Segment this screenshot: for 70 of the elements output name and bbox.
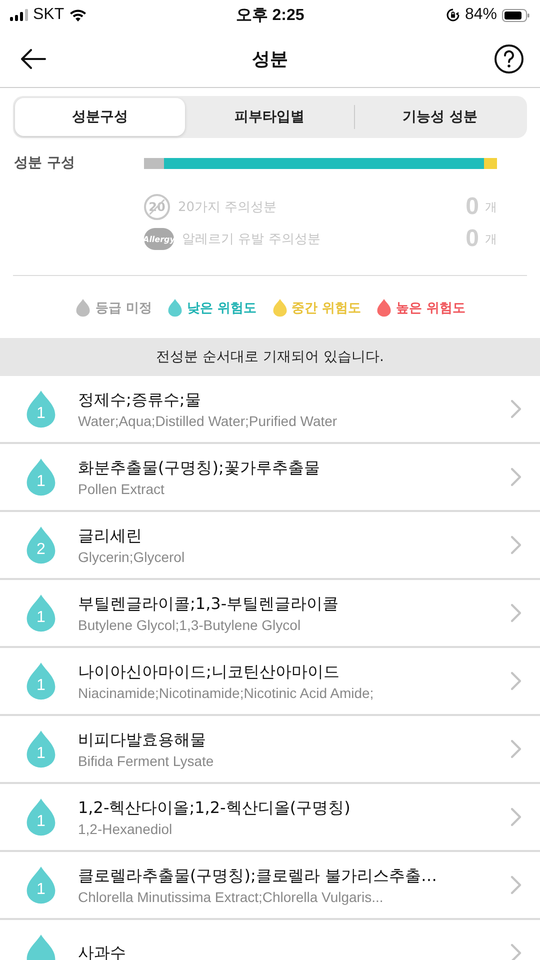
- ingredient-english-name: Niacinamide;Nicotinamide;Nicotinic Acid Amide;: [78, 684, 375, 700]
- section-label: 성분 구성: [14, 154, 76, 173]
- carrier-name: SKT: [33, 6, 64, 24]
- ingredient-english-name: Chlorella Minutissima Extract;Chlorella Vulgaris...: [78, 888, 384, 904]
- grade-number: 1: [36, 608, 46, 626]
- grade-number: 1: [36, 812, 46, 830]
- ingredient-row[interactable]: 2 글리세린 Glycerin;Glycerol: [0, 512, 540, 580]
- legend-label: 중간 위험도: [292, 300, 362, 317]
- ingredient-row[interactable]: 1 1,2-헥산다이올;1,2-헥산디올(구명칭) 1,2-Hexanediol: [0, 784, 540, 852]
- drop-icon: [74, 298, 92, 318]
- ingredient-name: 정제수;증류수;물: [78, 390, 202, 410]
- ingredient-name: 클로렐라추출물(구명칭);클로렐라 불가리스추출…: [78, 866, 438, 886]
- back-button[interactable]: [20, 48, 46, 68]
- grade-number: 1: [36, 744, 46, 762]
- ingredient-row[interactable]: 1 정제수;증류수;물 Water;Aqua;Distilled Water;Purified Water: [0, 376, 540, 444]
- battery-percent: 84%: [464, 6, 497, 24]
- ingredient-row[interactable]: 1 비피다발효용해물 Bifida Ferment Lysate: [0, 716, 540, 784]
- ingredient-name: 글리세린: [78, 526, 143, 546]
- grade-number: 2: [36, 540, 46, 558]
- ingredient-english-name: Bifida Ferment Lysate: [78, 752, 215, 768]
- help-button[interactable]: [494, 44, 524, 74]
- ingredient-name: 화분추출물(구명칭);꽃가루추출물: [78, 458, 321, 478]
- drop-icon: [270, 298, 288, 318]
- ingredient-row[interactable]: 1 부틸렌글라이콜;1,3-부틸렌글라이콜 Butylene Glycol;1,3-Butylene Glycol: [0, 580, 540, 648]
- wifi-icon: [69, 8, 88, 22]
- chevron-right-icon: [510, 535, 522, 555]
- drop-icon: [375, 298, 394, 318]
- ingredient-english-name: 1,2-Hexanediol: [78, 820, 174, 836]
- legend-label: 낮은 위험도: [186, 300, 256, 317]
- ingredient-row[interactable]: 1 화분추출물(구명칭);꽃가루추출물 Pollen Extract: [0, 444, 540, 512]
- page-title: 성분: [252, 48, 288, 70]
- battery-icon: [502, 8, 530, 22]
- chevron-right-icon: [510, 399, 522, 419]
- chevron-right-icon: [510, 875, 522, 895]
- ingredient-row[interactable]: 사과수: [0, 920, 540, 960]
- rotation-lock-icon: [446, 8, 460, 22]
- signal-icon: [10, 9, 28, 21]
- ingredient-name: 나이아신아마이드;니코틴산아마이드: [78, 662, 340, 682]
- count-unit: 개: [485, 230, 497, 248]
- chevron-right-icon: [510, 807, 522, 827]
- ingredient-row[interactable]: 1 클로렐라추출물(구명칭);클로렐라 불가리스추출… Chlorella Minutissima Extract;Chlorella Vulgaris...: [0, 852, 540, 920]
- caution-label: 20가지 주의성분: [178, 199, 278, 216]
- ingredient-english-name: Butylene Glycol;1,3-Butylene Glycol: [78, 616, 302, 632]
- tab[interactable]: 성분구성: [15, 98, 185, 136]
- tab[interactable]: 피부타입별: [184, 98, 354, 136]
- tab[interactable]: 기능성 성분: [355, 98, 526, 136]
- ingredient-name: 비피다발효용해물: [78, 730, 207, 750]
- grade-number: 1: [36, 472, 46, 490]
- grade-number: 1: [36, 676, 46, 694]
- status-time: 오후 2:25: [236, 6, 304, 26]
- grade-number: 1: [36, 880, 46, 898]
- ingredient-english-name: Water;Aqua;Distilled Water;Purified Water: [78, 412, 338, 428]
- ingredient-english-name: Pollen Extract: [78, 480, 166, 496]
- chevron-right-icon: [510, 467, 522, 487]
- legend-label: 높은 위험도: [396, 300, 466, 317]
- chevron-right-icon: [510, 603, 522, 623]
- chevron-right-icon: [510, 671, 522, 691]
- ingredient-name: 1,2-헥산다이올;1,2-헥산디올(구명칭): [78, 798, 352, 818]
- ingredient-name: 부틸렌글라이콜;1,3-부틸렌글라이콜: [78, 594, 340, 614]
- caution-label: 알레르기 유발 주의성분: [182, 231, 322, 248]
- chevron-right-icon: [510, 943, 522, 960]
- chevron-right-icon: [510, 739, 522, 759]
- ingredient-english-name: Glycerin;Glycerol: [78, 548, 186, 564]
- ingredient-name: 사과수: [78, 942, 127, 960]
- grade-number: 1: [36, 404, 46, 422]
- notice-banner: 전성분 순서대로 기재되어 있습니다.: [0, 338, 540, 376]
- drop-icon: [166, 298, 184, 318]
- ingredient-row[interactable]: 1 나이아신아마이드;니코틴산아마이드 Niacinamide;Nicotinamide;Nicotinic Acid Amide;: [0, 648, 540, 716]
- legend-label: 등급 미정: [95, 300, 152, 317]
- count-unit: 개: [485, 198, 497, 216]
